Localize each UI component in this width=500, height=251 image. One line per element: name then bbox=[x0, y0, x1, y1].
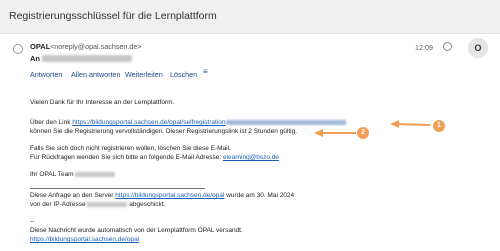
arrow-1-line bbox=[393, 123, 431, 126]
arrow-2-head bbox=[314, 129, 323, 137]
annotation-badge-2: 2 bbox=[357, 127, 369, 139]
arrow-1-head bbox=[390, 120, 399, 128]
annotation-arrows bbox=[314, 120, 431, 137]
annotation-badge-1: 1 bbox=[433, 120, 445, 132]
